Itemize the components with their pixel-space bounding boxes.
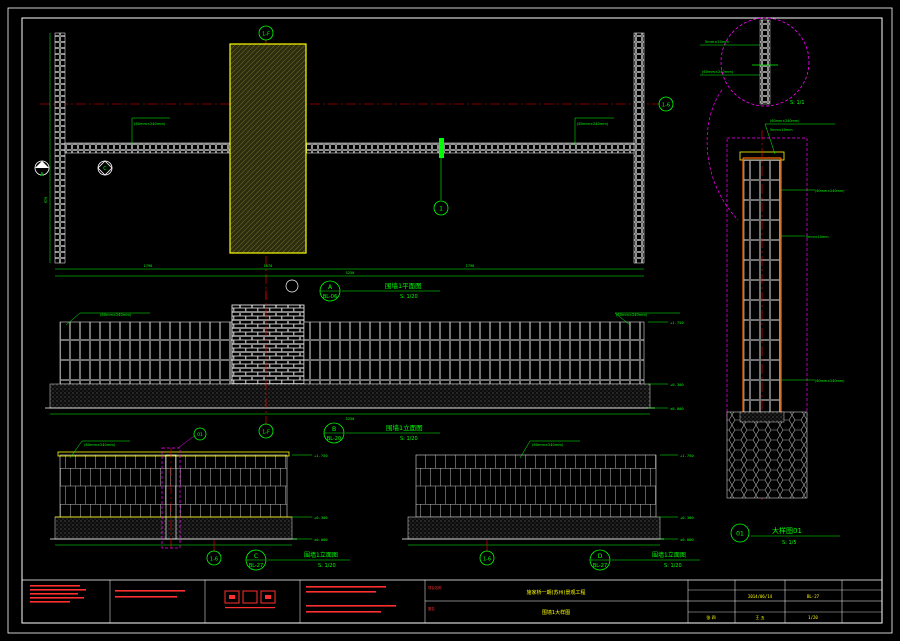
tb-checker: 王 五 [755, 615, 764, 620]
plan-axis-label-top: 1-F [262, 32, 270, 38]
elev-c-level-3: ±0.000 [314, 537, 328, 542]
plan-section-arrow-circle [285, 279, 299, 293]
elev-c-ref-sheet: BL-27 [249, 563, 263, 569]
plan-pier-left [54, 32, 66, 264]
elev-a-ref-sheet: BL-20 [327, 436, 341, 442]
plan-dim-3: 1790 [466, 264, 475, 268]
elev-d-level-2: +0.300 [680, 515, 694, 520]
elev-c-callout-leader [177, 435, 195, 449]
elev-a-scale: S: 1/20 [400, 436, 418, 442]
plan-callout-left-label: A [40, 172, 44, 178]
tb-project-name: 施家桥一期(苏州)景观工程 [527, 589, 586, 596]
detail-note-4: 5mm×10mm [806, 235, 829, 239]
elev-a-wall-right [303, 321, 645, 385]
detail-zoom-label: S: 1/1 [790, 100, 805, 106]
detail-footing-slab [739, 411, 785, 423]
detail-zoom-note1: 5mm×10mm [705, 40, 729, 44]
elev-a-level-1: +1.750 [670, 320, 684, 325]
tb-drawing-label: 图名 [428, 606, 435, 611]
elev-a-base [49, 383, 651, 409]
elev-a-axis-label: 1-F [262, 430, 270, 436]
plan-callout-right-label: C [103, 166, 107, 172]
plan-section-arrow-left [35, 161, 49, 168]
elev-a-dim-total: 5250 [346, 417, 355, 421]
plan-scale: S: 1/20 [400, 294, 418, 300]
elev-c-level-2: +0.300 [314, 515, 328, 520]
plan-title: 围墙1平面图 [385, 281, 422, 290]
elev-c-axis-label: 1-6 [210, 557, 218, 563]
elev-d-note: (60mm×240mm) [532, 443, 564, 447]
detail-link-curve [706, 89, 739, 221]
elevation-a: 1-F (60mm×240mm) (60mm×240mm) +1.750 +0.… [45, 290, 684, 444]
plan-wall-right [305, 142, 635, 154]
tb-date: 2014/06/14 [748, 594, 773, 599]
elevation-c: 01 (60mm×240mm) +1.750 +0.300 ±0.000 1-6… [50, 427, 350, 571]
plan-dim-left: 970 [44, 197, 48, 204]
elev-c-level-1: +1.750 [314, 453, 328, 458]
plan-dim-1: 1790 [144, 264, 153, 268]
elev-a-wall-left [59, 321, 233, 385]
elev-c-wall [59, 454, 288, 518]
plan-wall-left [64, 142, 231, 154]
company-logo [224, 590, 276, 609]
elev-d-title: 围墙1立面图 [652, 551, 686, 559]
elev-d-scale: S: 1/20 [664, 563, 682, 569]
plan-ref-letter: A [328, 284, 333, 291]
tb-designer: 张 四 [706, 614, 715, 620]
elev-c-callout-label: 01 [197, 432, 203, 438]
elev-d-base [407, 516, 661, 540]
elev-d-level-1: +1.750 [680, 453, 694, 458]
detail-scale: S: 1/5 [782, 540, 797, 546]
detail-zoom-wall [759, 19, 771, 105]
elev-a-title: 围墙1立面图 [386, 423, 423, 432]
detail-note-5: (60mm×240mm) [815, 379, 845, 383]
elev-a-ref-letter: B [332, 426, 336, 433]
detail-note-1: (60mm×240mm) [770, 119, 800, 123]
elev-a-note-left: (60mm×240mm) [100, 313, 132, 317]
elev-d-ref-sheet: BL-27 [593, 563, 607, 569]
plan-pier-right [633, 32, 645, 264]
tb-sheet-no: BL-27 [807, 594, 820, 599]
plan-central-pillar [229, 43, 307, 254]
tb-drawing-name: 围墙1大样图 [542, 609, 570, 616]
plan-dim-2: 1670 [264, 264, 273, 268]
detail-note-3: (60mm×240mm) [815, 189, 845, 193]
plan-joint-marker [439, 138, 444, 158]
elev-c-title: 围墙1立面图 [304, 551, 338, 559]
detail-note-2: 5mm×10mm [770, 128, 793, 132]
elev-c-note: (60mm×240mm) [84, 443, 116, 447]
elev-c-scale: S: 1/20 [318, 563, 336, 569]
tb-project-label: 项目名称 [428, 585, 442, 590]
detail-ref-number: 01 [736, 531, 744, 538]
elev-c-ref-letter: C [254, 553, 258, 560]
plan-view: 1-F 1-6 1 A C (60mm×240mm) (60mm×240mm) [34, 25, 674, 302]
detail-zoom-note2: (60mm×240mm) [702, 70, 734, 74]
tb-fine-print-red [30, 585, 396, 613]
plan-axis-label-right: 1-6 [662, 103, 670, 109]
elev-a-note-right: (60mm×240mm) [616, 313, 648, 317]
tb-scale: 1/20 [808, 615, 818, 620]
plan-callout-mid-label: 1 [439, 206, 443, 213]
elev-d-wall [415, 454, 657, 518]
title-block: 项目名称 施家桥一期(苏州)景观工程 图名 围墙1大样图 2014/06/14 … [22, 579, 882, 623]
plan-note-left: (60mm×240mm) [134, 122, 166, 126]
elev-c-base [54, 516, 293, 540]
plan-dim-total: 5250 [346, 271, 355, 275]
detail-01: 5mm×10mm (60mm×240mm) S: 1/1 (60mm×240mm… [700, 17, 845, 546]
elev-a-level-2: +0.300 [670, 382, 684, 387]
elev-a-level-3: ±0.000 [670, 406, 684, 411]
elev-d-axis-label: 1-6 [483, 557, 491, 563]
plan-note-right: (60mm×240mm) [577, 122, 609, 126]
detail-footing [726, 411, 808, 499]
elev-d-ref-letter: D [598, 553, 603, 560]
elev-d-level-3: ±0.000 [680, 537, 694, 542]
detail-title: 大样图01 [772, 526, 802, 535]
cad-drawing-canvas: 1-F 1-6 1 A C (60mm×240mm) (60mm×240mm) [7, 7, 893, 634]
elevation-d: (60mm×240mm) +1.750 +0.300 ±0.000 1-6 D … [402, 440, 700, 571]
plan-ref-sheet: BL-06 [323, 294, 337, 300]
elev-a-pillar [231, 304, 305, 385]
